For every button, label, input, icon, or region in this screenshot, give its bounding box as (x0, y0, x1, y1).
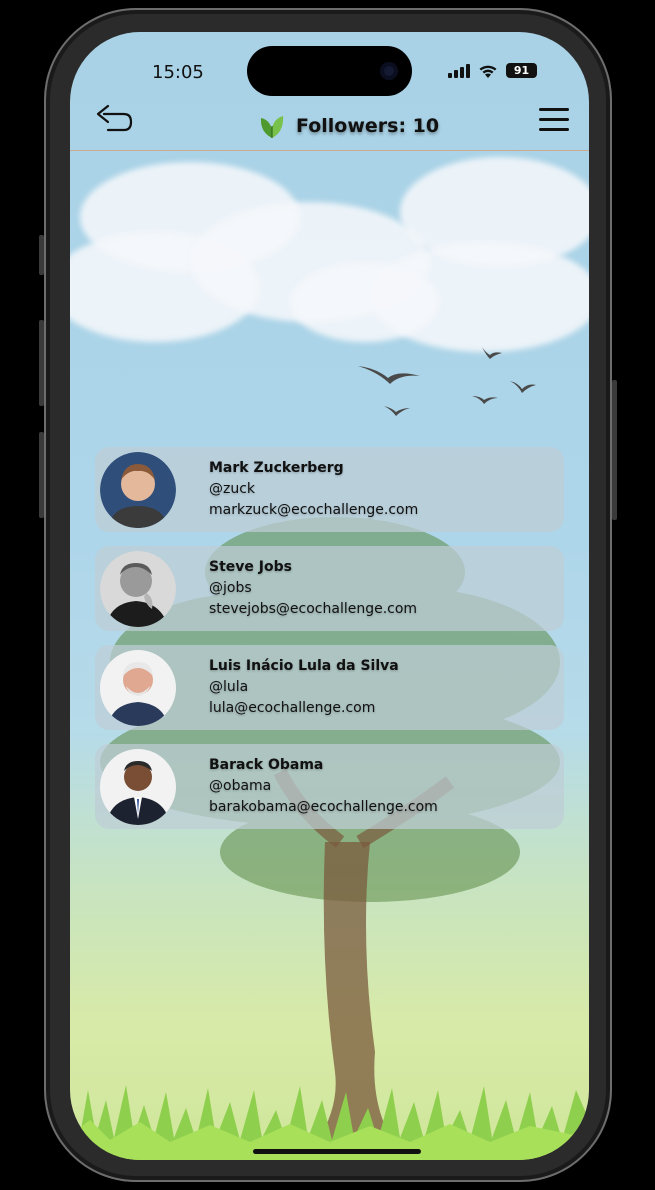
grass-illustration (70, 1085, 589, 1160)
follower-card[interactable]: Luis Inácio Lula da Silva @lula lula@eco… (95, 645, 564, 730)
follower-card[interactable]: Barack Obama @obama barakobama@ecochalle… (95, 744, 564, 829)
bird-icon (384, 406, 410, 416)
followers-count: Followers: 10 (296, 115, 440, 137)
avatar (100, 749, 176, 825)
follower-handle: @lula (209, 679, 249, 695)
volume-down-button (39, 432, 44, 518)
follower-name: Steve Jobs (209, 559, 292, 575)
header-title: Followers: 10 (258, 112, 439, 140)
followers-list: Mark Zuckerberg @zuck markzuck@ecochalle… (95, 447, 564, 843)
bird-icon (472, 396, 498, 404)
header: Followers: 10 (70, 92, 589, 151)
bird-icon (358, 366, 420, 384)
hamburger-menu-icon[interactable] (539, 108, 571, 132)
volume-up-button (39, 320, 44, 406)
follower-name: Barack Obama (209, 757, 324, 773)
avatar (100, 650, 176, 726)
screen: 15:05 91 Followers: 10 Mark Zuckerberg @… (70, 32, 589, 1160)
follower-email: lula@ecochallenge.com (209, 700, 376, 716)
battery-icon: 91 (506, 63, 537, 78)
cloud (290, 262, 440, 342)
follower-email: barakobama@ecochallenge.com (209, 799, 438, 815)
follower-info: Steve Jobs @jobs stevejobs@ecochallenge.… (209, 557, 417, 620)
follower-handle: @zuck (209, 481, 256, 497)
avatar (100, 452, 176, 528)
follower-name: Mark Zuckerberg (209, 460, 344, 476)
follower-info: Barack Obama @obama barakobama@ecochalle… (209, 755, 438, 818)
dynamic-island (247, 46, 412, 96)
camera-icon (380, 62, 398, 80)
follower-handle: @obama (209, 778, 272, 794)
follower-email: stevejobs@ecochallenge.com (209, 601, 418, 617)
follower-info: Luis Inácio Lula da Silva @lula lula@eco… (209, 656, 399, 719)
undo-arrow-icon[interactable] (94, 102, 134, 134)
follower-card[interactable]: Mark Zuckerberg @zuck markzuck@ecochalle… (95, 447, 564, 532)
home-indicator[interactable] (253, 1149, 421, 1154)
avatar (100, 551, 176, 627)
status-icons: 91 (448, 63, 537, 78)
status-time: 15:05 (152, 62, 204, 83)
follower-email: markzuck@ecochallenge.com (209, 502, 419, 518)
bird-icon (510, 381, 536, 393)
follower-handle: @jobs (209, 580, 252, 596)
bird-icon (482, 347, 502, 359)
follower-name: Luis Inácio Lula da Silva (209, 658, 399, 674)
leaf-icon (260, 116, 284, 138)
silent-switch (39, 235, 44, 275)
follower-info: Mark Zuckerberg @zuck markzuck@ecochalle… (209, 458, 418, 521)
follower-card[interactable]: Steve Jobs @jobs stevejobs@ecochallenge.… (95, 546, 564, 631)
power-button (612, 380, 617, 520)
wifi-icon (479, 65, 497, 78)
signal-icon (448, 63, 470, 78)
